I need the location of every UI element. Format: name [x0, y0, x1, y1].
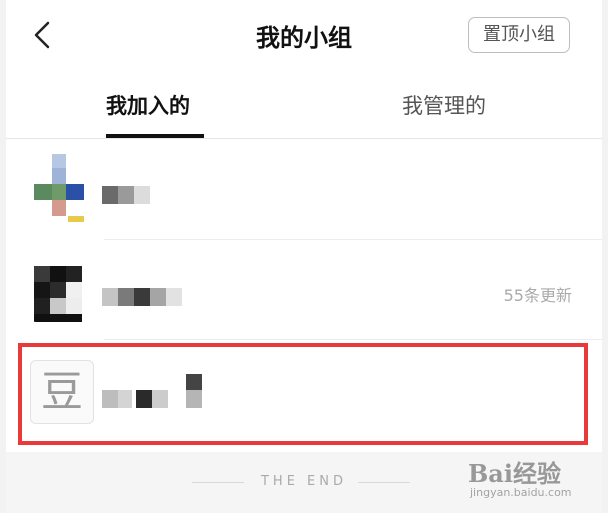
group-avatar: [30, 154, 94, 222]
header: 我的小组 置顶小组: [6, 0, 602, 74]
app-screen: 我的小组 置顶小组 我加入的 我管理的 55条更新 豆 THE END: [6, 0, 602, 513]
group-row[interactable]: [6, 340, 602, 440]
group-avatar: [30, 254, 94, 322]
pin-group-button[interactable]: 置顶小组: [468, 17, 570, 53]
end-divider-right: [358, 482, 410, 483]
active-tab-indicator: [106, 134, 204, 138]
tab-bar: 我加入的 我管理的: [6, 74, 602, 139]
tab-joined[interactable]: 我加入的: [106, 90, 190, 120]
group-avatar: 豆: [30, 360, 94, 424]
baidu-watermark: Bai经验 jingyan.baidu.com: [462, 450, 602, 506]
group-row[interactable]: [6, 140, 602, 240]
watermark-url: jingyan.baidu.com: [470, 486, 572, 499]
tab-managed[interactable]: 我管理的: [402, 90, 486, 120]
update-count: 55条更新: [503, 286, 572, 305]
group-row[interactable]: 55条更新: [6, 240, 602, 340]
watermark-logo-text: Bai经验: [468, 459, 561, 488]
